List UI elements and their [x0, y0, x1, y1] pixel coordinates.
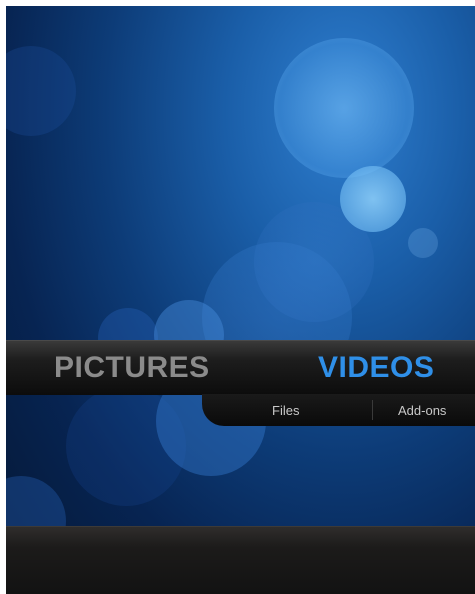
- submenu-bar: Files Add-ons: [202, 394, 475, 426]
- menu-item-pictures[interactable]: PICTURES: [54, 351, 210, 385]
- home-menu-bar: PICTURES VIDEOS: [6, 340, 475, 395]
- bokeh-light: [274, 38, 414, 178]
- submenu-divider: [372, 400, 373, 420]
- submenu-item-files[interactable]: Files: [272, 403, 299, 418]
- footer-bar: [6, 526, 475, 594]
- bokeh-light: [6, 46, 76, 136]
- media-center-screen: PICTURES VIDEOS Files Add-ons: [6, 6, 475, 594]
- submenu-item-add-ons[interactable]: Add-ons: [398, 403, 446, 418]
- bokeh-light: [408, 228, 438, 258]
- menu-item-videos[interactable]: VIDEOS: [318, 351, 434, 385]
- bokeh-light: [340, 166, 406, 232]
